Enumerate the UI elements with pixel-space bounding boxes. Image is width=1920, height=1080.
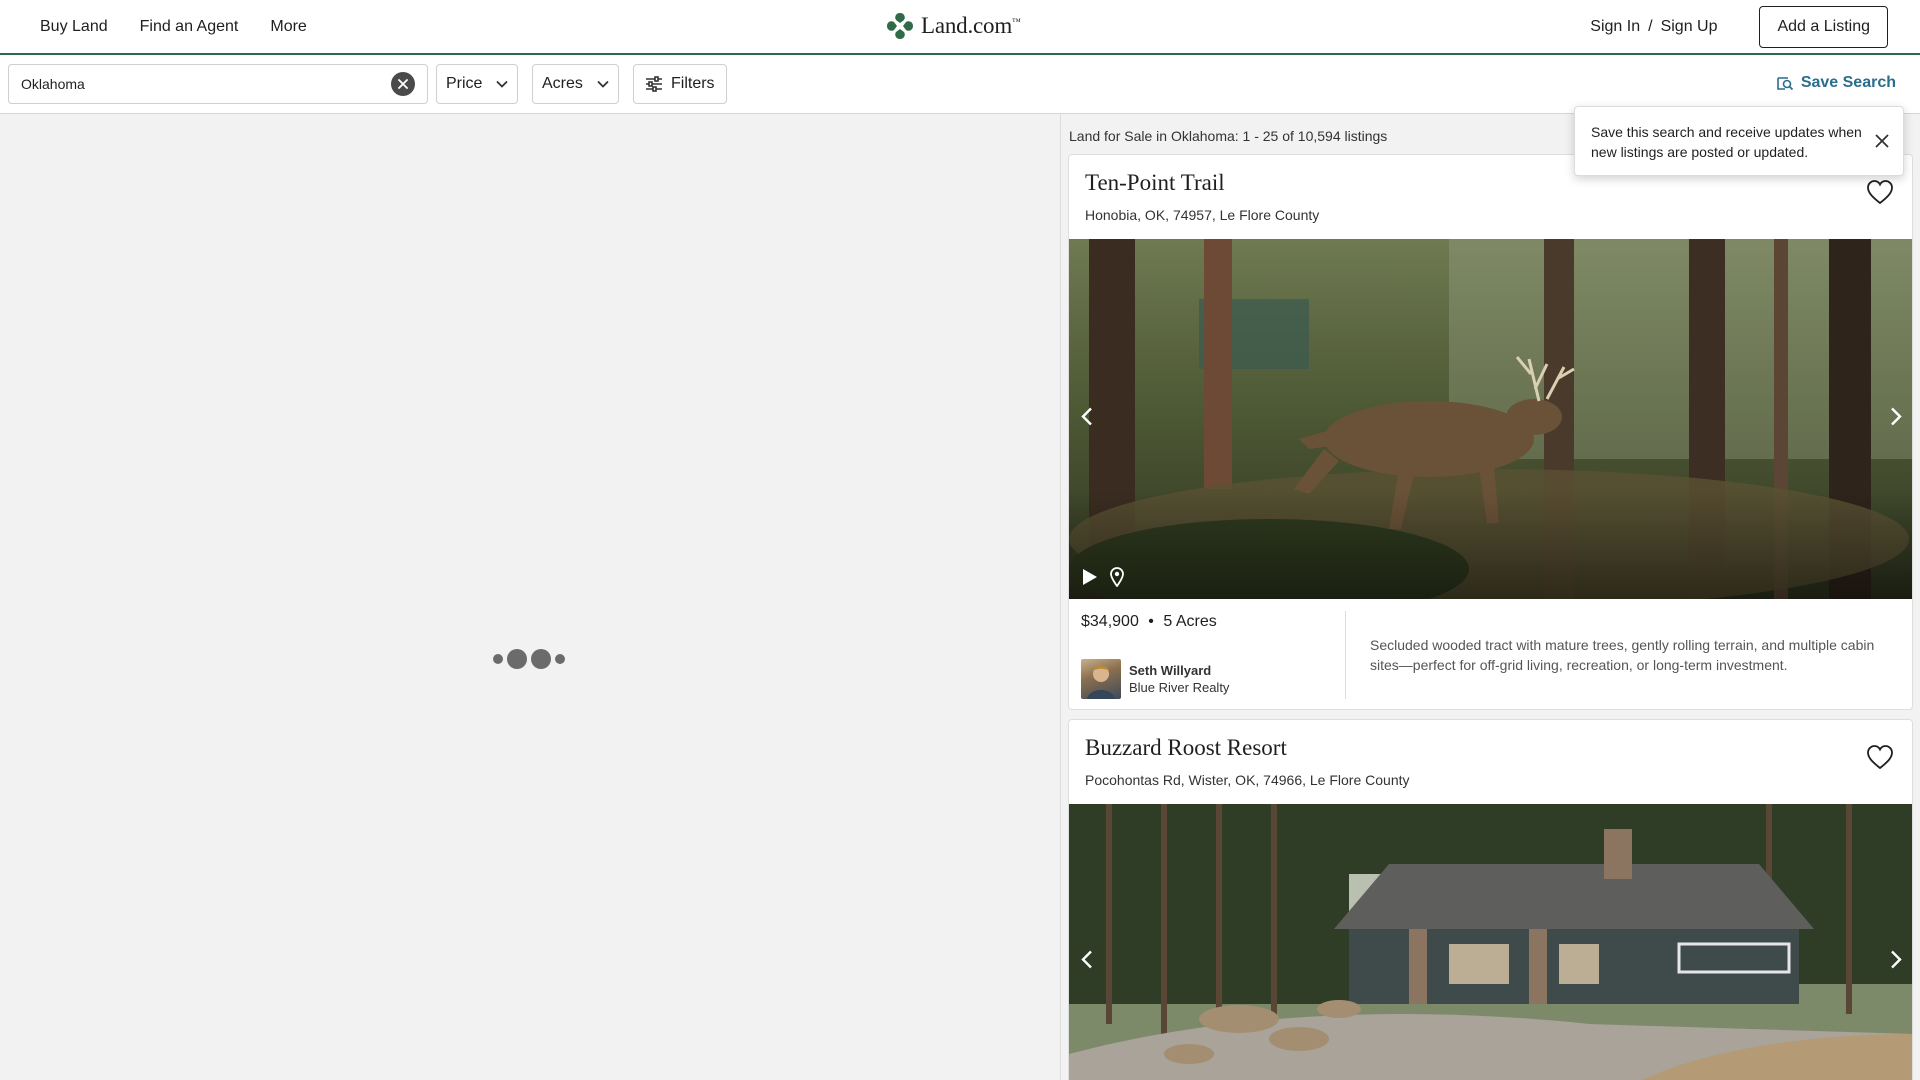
- listing-agent[interactable]: Seth Willyard Blue River Realty: [1081, 659, 1229, 699]
- sign-in-link[interactable]: Sign In: [1590, 18, 1640, 36]
- account-nav: Sign In / Sign Up Add a Listing: [1590, 6, 1888, 48]
- listing-details: $34,900 • 5 Acres Seth Willyard Blue Riv…: [1069, 599, 1912, 709]
- agent-name[interactable]: Seth Willyard: [1129, 663, 1229, 678]
- logo-leaf-icon: [887, 13, 913, 39]
- clear-search-button[interactable]: [391, 72, 415, 96]
- acres-dropdown[interactable]: Acres: [532, 64, 619, 104]
- map-pin-icon[interactable]: [1109, 567, 1125, 587]
- chevron-right-icon: [1891, 950, 1902, 969]
- filters-button[interactable]: Filters: [633, 64, 727, 104]
- resort-house-photo: [1069, 804, 1912, 1080]
- tooltip-close-button[interactable]: [1875, 133, 1889, 153]
- sliders-icon: [646, 76, 662, 92]
- land-com-logo[interactable]: Land.com™: [885, 11, 1021, 41]
- chevron-down-icon: [597, 80, 609, 88]
- next-photo-button[interactable]: [1890, 407, 1902, 432]
- deer-in-woods-photo: [1069, 239, 1912, 599]
- next-photo-button[interactable]: [1890, 950, 1902, 975]
- media-icons: [1081, 567, 1125, 587]
- acres-dropdown-label: Acres: [542, 75, 583, 92]
- chevron-right-icon: [1891, 407, 1902, 426]
- chevron-down-icon: [496, 80, 509, 88]
- auth-separator: /: [1648, 18, 1653, 35]
- listing-acres: 5 Acres: [1163, 613, 1217, 630]
- close-icon: [398, 79, 408, 89]
- nav-find-an-agent[interactable]: Find an Agent: [140, 18, 239, 36]
- listing-description: Secluded wooded tract with mature trees,…: [1370, 637, 1875, 673]
- tooltip-text: Save this search and receive updates whe…: [1591, 124, 1862, 160]
- agent-avatar: [1081, 659, 1121, 699]
- save-search-button[interactable]: Save Search: [1776, 74, 1896, 92]
- heart-icon: [1867, 180, 1893, 205]
- video-play-icon[interactable]: [1081, 567, 1099, 587]
- price-dropdown-label: Price: [446, 75, 483, 92]
- loading-indicator: [493, 649, 565, 669]
- listing-address: Pocohontas Rd, Wister, OK, 74966, Le Flo…: [1085, 772, 1410, 788]
- favorite-button[interactable]: [1866, 179, 1894, 210]
- save-search-icon: [1777, 77, 1793, 91]
- agent-firm: Blue River Realty: [1129, 680, 1230, 695]
- logo-text: Land.com™: [921, 13, 1021, 38]
- location-search-input[interactable]: [21, 76, 391, 92]
- details-divider: [1345, 611, 1346, 699]
- price-acres-separator: •: [1148, 613, 1154, 630]
- save-search-tooltip: Save this search and receive updates whe…: [1574, 106, 1904, 176]
- nav-buy-land[interactable]: Buy Land: [40, 18, 108, 36]
- agent-info: Seth Willyard Blue River Realty: [1129, 663, 1229, 695]
- listing-price: $34,900: [1081, 613, 1139, 630]
- add-listing-button[interactable]: Add a Listing: [1759, 6, 1888, 48]
- save-search-label: Save Search: [1800, 74, 1896, 91]
- listing-photo[interactable]: [1069, 239, 1912, 599]
- filters-button-label: Filters: [671, 75, 715, 92]
- top-navigation-bar: Buy Land Find an Agent More Land.com™ Si…: [0, 0, 1920, 55]
- listing-photo[interactable]: [1069, 804, 1912, 1080]
- results-summary: Land for Sale in Oklahoma: 1 - 25 of 10,…: [1069, 128, 1388, 144]
- primary-nav: Buy Land Find an Agent More: [40, 0, 307, 53]
- listing-address: Honobia, OK, 74957, Le Flore County: [1085, 207, 1320, 223]
- location-search[interactable]: [8, 64, 428, 104]
- price-dropdown[interactable]: Price: [436, 64, 519, 104]
- close-icon: [1875, 134, 1889, 148]
- previous-photo-button[interactable]: [1081, 950, 1093, 975]
- chevron-left-icon: [1081, 407, 1092, 426]
- listing-title[interactable]: Buzzard Roost Resort: [1085, 735, 1287, 761]
- listings-panel[interactable]: Land for Sale in Oklahoma: 1 - 25 of 10,…: [1060, 114, 1920, 1080]
- map-area[interactable]: [0, 114, 1060, 1080]
- heart-icon: [1867, 745, 1893, 770]
- favorite-button[interactable]: [1866, 744, 1894, 775]
- nav-more[interactable]: More: [270, 18, 306, 36]
- listing-card[interactable]: Buzzard Roost Resort Pocohontas Rd, Wist…: [1068, 719, 1913, 1080]
- listing-title[interactable]: Ten-Point Trail: [1085, 170, 1225, 196]
- previous-photo-button[interactable]: [1081, 407, 1093, 432]
- auth-links: Sign In / Sign Up: [1590, 18, 1717, 36]
- sign-up-link[interactable]: Sign Up: [1661, 18, 1718, 36]
- listing-card[interactable]: Ten-Point Trail Honobia, OK, 74957, Le F…: [1068, 154, 1913, 710]
- listing-price-acres: $34,900 • 5 Acres: [1081, 613, 1217, 631]
- chevron-left-icon: [1081, 950, 1092, 969]
